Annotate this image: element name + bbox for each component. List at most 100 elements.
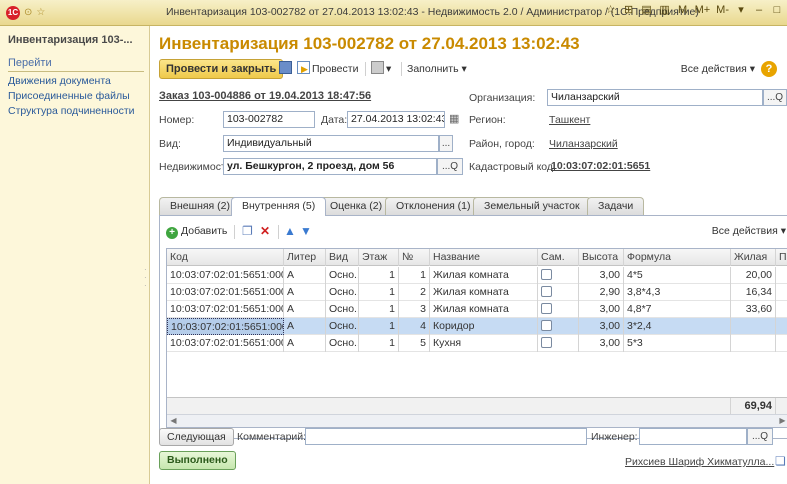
scroll-left-icon[interactable]: ◀ xyxy=(167,415,180,427)
next-button[interactable]: Следующая xyxy=(159,428,234,446)
cell-formula: 4,8*7 xyxy=(624,301,731,318)
organization-field[interactable]: Чиланзарский xyxy=(547,89,763,106)
date-field[interactable]: 27.04.2013 13:02:43 xyxy=(347,111,445,128)
cadastral-link[interactable]: 10:03:07:02:01:5651 xyxy=(551,160,650,172)
sidebar-title: Инвентаризация 103-... xyxy=(8,34,133,46)
col-extra[interactable]: П xyxy=(776,249,787,266)
property-field[interactable]: ул. Бешкургон, 2 проезд, дом 56 xyxy=(223,158,437,175)
window-titlebar: 1С ⊙ ☆ Инвентаризация 103-002782 от 27.0… xyxy=(0,0,787,26)
col-floor[interactable]: Этаж xyxy=(359,249,399,266)
kind-field[interactable]: Индивидуальный xyxy=(223,135,439,152)
help-icon[interactable]: ? xyxy=(761,61,777,77)
done-button[interactable]: Выполнено xyxy=(159,451,236,470)
col-code[interactable]: Код xyxy=(167,249,284,266)
post-button[interactable]: Провести xyxy=(297,61,358,77)
region-link[interactable]: Ташкент xyxy=(549,114,590,126)
document-form: Инвентаризация 103-002782 от 27.04.2013 … xyxy=(151,26,787,484)
window-list-icon[interactable]: ⊞ xyxy=(623,3,635,16)
table-row[interactable]: 10:03:07:02:01:5651:0001 А Осно... 1 5 К… xyxy=(167,335,787,352)
cell-living xyxy=(731,335,776,352)
comment-field[interactable] xyxy=(305,428,587,445)
cell-own xyxy=(538,267,579,284)
own-checkbox[interactable] xyxy=(541,286,552,297)
star-icon[interactable]: ☆ xyxy=(36,7,45,18)
user-link[interactable]: Рихсиев Шариф Хикматулла... xyxy=(625,456,774,468)
sidebar-item-document-movements[interactable]: Движения документа xyxy=(8,74,135,89)
move-up-icon[interactable]: ▲ xyxy=(284,224,296,238)
table-row[interactable]: 10:03:07:02:01:5651:0001 А Осно... 1 2 Ж… xyxy=(167,284,787,301)
col-kind[interactable]: Вид xyxy=(326,249,359,266)
post-and-close-button[interactable]: Провести и закрыть xyxy=(159,59,284,79)
add-row-button[interactable]: + Добавить xyxy=(166,222,227,240)
cell-liter: А xyxy=(284,284,326,301)
table-row[interactable]: 10:03:07:02:01:5651:0001 А Осно... 1 3 Ж… xyxy=(167,301,787,318)
calendar-icon[interactable]: ▤ xyxy=(641,3,653,16)
cell-floor: 1 xyxy=(359,335,399,352)
tab-tasks[interactable]: Задачи xyxy=(587,197,645,215)
rooms-table[interactable]: Код Литер Вид Этаж № Название Сам. Высот… xyxy=(166,248,787,428)
calculator-icon[interactable]: ▥ xyxy=(659,3,671,16)
sidebar-item-subordination[interactable]: Структура подчиненности xyxy=(8,104,135,119)
comment-bubble-icon[interactable]: ❏ xyxy=(775,454,786,468)
toolbar-separator xyxy=(365,62,366,76)
app-logo-icon[interactable]: 1С xyxy=(6,5,20,20)
cell-living: 20,00 xyxy=(731,267,776,284)
tab-valuation[interactable]: Оценка (2) xyxy=(319,197,394,215)
col-number[interactable]: № xyxy=(399,249,430,266)
move-down-icon[interactable]: ▼ xyxy=(300,224,312,238)
order-link[interactable]: Заказ 103-004886 от 19.04.2013 18:47:56 xyxy=(159,90,371,102)
sidebar-splitter-handle[interactable]: · · · xyxy=(144,266,147,290)
col-own[interactable]: Сам. xyxy=(538,249,579,266)
horizontal-scrollbar[interactable]: ◀ ▶ xyxy=(167,414,787,427)
arrow-menu-icon[interactable]: ⊙ xyxy=(24,7,32,18)
delete-icon[interactable]: ✕ xyxy=(260,224,270,238)
memory-m-button[interactable]: M xyxy=(677,4,689,16)
copy-icon[interactable]: ❐ xyxy=(242,224,253,238)
sidebar-item-attached-files[interactable]: Присоединенные файлы xyxy=(8,89,135,104)
tab-land-plot[interactable]: Земельный участок xyxy=(473,197,591,215)
region-label: Регион: xyxy=(469,114,506,126)
cell-height: 3,00 xyxy=(579,335,624,352)
favorite-icon[interactable]: ☆ xyxy=(605,3,617,16)
tab-internal[interactable]: Внутренняя (5) xyxy=(231,197,327,216)
calendar-icon[interactable]: ▦ xyxy=(449,112,459,125)
table-row-selected[interactable]: 10:03:07:02:01:5651:0001 А Осно... 1 4 К… xyxy=(167,318,787,335)
col-liter[interactable]: Литер xyxy=(284,249,326,266)
memory-m-plus-button[interactable]: M+ xyxy=(695,4,711,16)
maximize-button[interactable]: □ xyxy=(771,4,783,16)
tab-external[interactable]: Внешняя (2) xyxy=(159,197,241,215)
property-select-button[interactable]: ...Q xyxy=(437,158,463,175)
district-link[interactable]: Чиланзарский xyxy=(549,138,618,150)
engineer-field[interactable] xyxy=(639,428,747,445)
save-button[interactable] xyxy=(279,61,294,77)
fill-button[interactable]: Заполнить ▾ xyxy=(407,61,467,77)
own-checkbox[interactable] xyxy=(541,303,552,314)
cell-name: Жилая комната xyxy=(430,284,538,301)
own-checkbox[interactable] xyxy=(541,337,552,348)
own-checkbox[interactable] xyxy=(541,320,552,331)
organization-select-button[interactable]: ...Q xyxy=(763,89,787,106)
col-living[interactable]: Жилая xyxy=(731,249,776,266)
table-all-actions-button[interactable]: Все действия ▾ xyxy=(712,222,786,240)
cell-formula: 4*5 xyxy=(624,267,731,284)
engineer-select-button[interactable]: ...Q xyxy=(747,428,773,445)
tab-panel-internal: + Добавить ❐ ✕ ▲ ▼ Все действия ▾ Код Лит… xyxy=(159,215,787,439)
dropdown-icon[interactable]: ▾ xyxy=(735,3,747,16)
col-formula[interactable]: Формула xyxy=(624,249,731,266)
cell-living xyxy=(731,318,776,335)
minimize-button[interactable]: – xyxy=(753,4,765,16)
tab-deviations[interactable]: Отклонения (1) xyxy=(385,197,482,215)
all-actions-button[interactable]: Все действия ▾ xyxy=(681,61,755,77)
number-field[interactable]: 103-002782 xyxy=(223,111,315,128)
memory-m-minus-button[interactable]: M- xyxy=(716,4,729,16)
own-checkbox[interactable] xyxy=(541,269,552,280)
scroll-thumb[interactable] xyxy=(367,417,407,425)
print-button[interactable]: ▾ xyxy=(371,61,391,77)
kind-select-button[interactable]: ... xyxy=(439,135,453,152)
post-icon xyxy=(297,61,310,77)
scroll-right-icon[interactable]: ▶ xyxy=(776,415,787,427)
cell-name: Кухня xyxy=(430,335,538,352)
table-row[interactable]: 10:03:07:02:01:5651:0001 А Осно... 1 1 Ж… xyxy=(167,267,787,284)
col-name[interactable]: Название xyxy=(430,249,538,266)
col-height[interactable]: Высота xyxy=(579,249,624,266)
